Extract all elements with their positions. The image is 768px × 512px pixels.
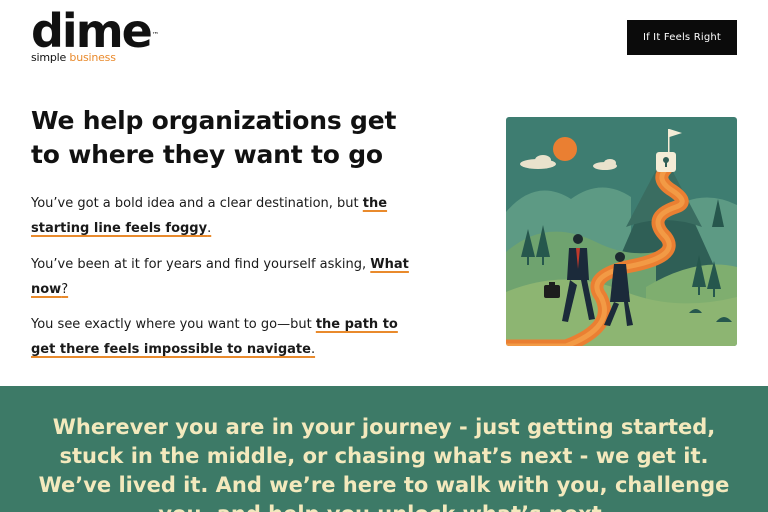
dime-logo[interactable]: dime ™ simple business bbox=[31, 8, 159, 64]
paragraph-end: . bbox=[207, 221, 212, 236]
hero-paragraph-1: You’ve got a bold idea and a clear desti… bbox=[31, 191, 421, 241]
journey-illustration bbox=[506, 117, 737, 346]
hero-paragraph-2: You’ve been at it for years and find you… bbox=[31, 252, 421, 302]
paragraph-text: You see exactly where you want to go—but bbox=[31, 317, 316, 332]
paragraph-end: . bbox=[310, 342, 316, 357]
hero-paragraph-3: You see exactly where you want to go—but… bbox=[31, 312, 421, 362]
paragraph-text: You’ve been at it for years and find you… bbox=[31, 257, 371, 272]
paragraph-end: ? bbox=[61, 282, 69, 297]
logo-wordmark: dime ™ bbox=[31, 8, 159, 54]
mission-statement: Wherever you are in your journey - just … bbox=[38, 415, 730, 512]
logo-word: dime bbox=[31, 4, 153, 58]
lock-icon bbox=[656, 152, 676, 172]
logo-trademark: ™ bbox=[151, 31, 159, 39]
mission-band: Wherever you are in your journey - just … bbox=[0, 386, 768, 512]
sun-icon bbox=[553, 137, 577, 161]
paragraph-text: You’ve got a bold idea and a clear desti… bbox=[31, 196, 363, 211]
hero-headline: We help organizations get to where they … bbox=[31, 106, 397, 169]
if-it-feels-right-button[interactable]: If It Feels Right bbox=[627, 20, 737, 55]
